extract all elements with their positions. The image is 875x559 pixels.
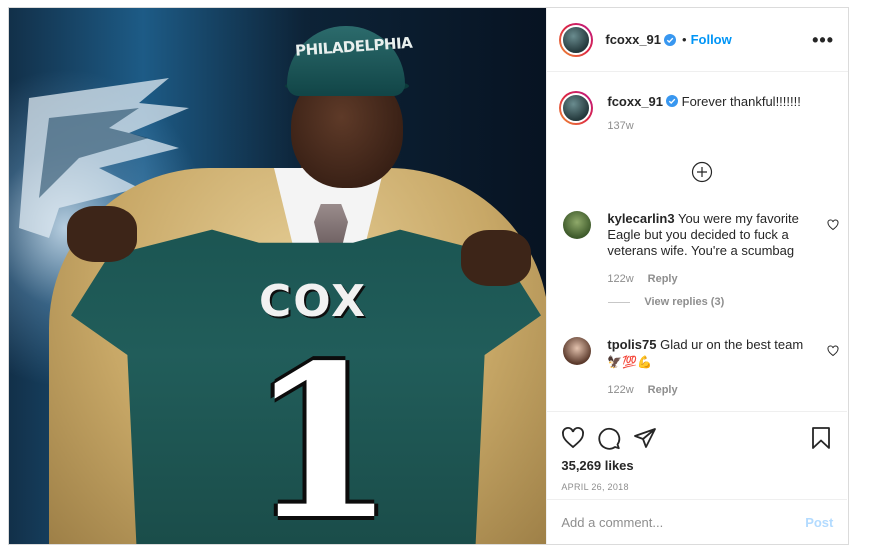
post-header: fcoxx_91 • Follow ••• <box>547 8 848 72</box>
commenter-avatar[interactable] <box>563 211 592 239</box>
comment-input[interactable] <box>561 514 806 530</box>
bookmark-icon[interactable] <box>809 426 833 450</box>
plus-circle-icon[interactable] <box>691 161 713 183</box>
post-side-panel: fcoxx_91 • Follow ••• fcoxx_91 Forever t… <box>546 8 848 544</box>
view-replies-label: View replies (3) <box>644 296 725 308</box>
comment-item: kylecarlin3 You were my favorite Eagle b… <box>563 211 839 287</box>
left-hand <box>67 206 137 262</box>
comments-section[interactable]: fcoxx_91 Forever thankful!!!!!!! 137w ky… <box>547 73 847 411</box>
post-actions: 35,269 likes APRIL 26, 2018 <box>547 411 848 501</box>
comment-emoji: 🦅💯💪 <box>607 355 653 369</box>
caption-age: 137w <box>607 120 634 132</box>
verified-badge-icon <box>664 33 677 46</box>
author-username[interactable]: fcoxx_91 <box>605 32 661 47</box>
caption-text: Forever thankful!!!!!!! <box>681 94 801 109</box>
right-hand <box>461 230 531 286</box>
comment-age: 122w <box>607 384 634 396</box>
view-replies-button[interactable]: View replies (3) <box>608 296 724 308</box>
jersey-number: 1 <box>249 319 396 545</box>
like-count[interactable]: 35,269 likes <box>547 454 847 473</box>
heart-icon[interactable] <box>827 219 839 231</box>
separator-dot: • <box>682 32 687 47</box>
action-icons <box>547 412 847 454</box>
comment-icon[interactable] <box>597 426 621 450</box>
like-heart-icon[interactable] <box>561 426 585 450</box>
comment-age: 122w <box>607 273 634 285</box>
post-photo[interactable]: PHILADELPHIA COX 1 <box>9 8 547 545</box>
follow-button[interactable]: Follow <box>691 32 732 47</box>
add-comment-bar: Post <box>547 499 848 544</box>
caption-username[interactable]: fcoxx_91 <box>607 94 663 109</box>
commenter-username[interactable]: kylecarlin3 <box>607 211 674 226</box>
comment-text: Glad ur on the best team <box>660 337 804 352</box>
author-avatar[interactable] <box>559 22 594 57</box>
commenter-username[interactable]: tpolis75 <box>607 337 656 352</box>
verified-badge-icon <box>666 95 679 107</box>
replies-divider <box>608 301 631 303</box>
comment-item: tpolis75 Glad ur on the best team 🦅💯💪 12… <box>563 337 839 398</box>
share-icon[interactable] <box>633 426 657 450</box>
more-options-icon[interactable]: ••• <box>812 31 834 49</box>
post-comment-button[interactable]: Post <box>805 515 833 530</box>
commenter-avatar[interactable] <box>563 337 592 365</box>
reply-button[interactable]: Reply <box>648 273 678 285</box>
post-caption: fcoxx_91 Forever thankful!!!!!!! 137w <box>547 73 847 132</box>
caption-avatar[interactable] <box>559 91 594 125</box>
instagram-post: PHILADELPHIA COX 1 fcoxx_91 • Follow •••… <box>8 7 849 545</box>
post-date: APRIL 26, 2018 <box>561 482 629 492</box>
heart-icon[interactable] <box>827 345 839 357</box>
reply-button[interactable]: Reply <box>648 384 678 396</box>
